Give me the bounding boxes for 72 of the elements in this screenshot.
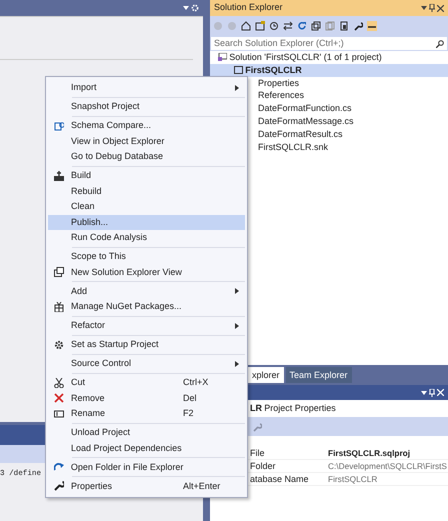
scissors-icon <box>54 378 64 388</box>
close-icon[interactable] <box>437 4 444 12</box>
search-icon[interactable] <box>436 40 444 48</box>
menu-item[interactable]: New Solution Explorer View <box>48 264 245 280</box>
menu-item[interactable]: Snapshot Project <box>48 99 245 114</box>
property-value: FirstSQLCLR.sqlproj <box>328 447 410 459</box>
object-name: LR <box>250 402 262 415</box>
menu-item[interactable]: Cut Ctrl+X <box>48 375 245 390</box>
menu-item[interactable]: Source Control <box>48 356 245 372</box>
submenu-arrow-icon <box>235 360 239 367</box>
menu-item[interactable]: Unload Project <box>48 425 245 440</box>
menu-item[interactable]: Schema Compare... <box>48 118 245 134</box>
compare-icon <box>54 120 64 131</box>
menu-item[interactable]: Load Project Dependencies <box>48 440 245 456</box>
menu-item[interactable]: Manage NuGet Packages... <box>48 299 245 314</box>
pin-icon[interactable] <box>428 4 435 12</box>
tree-item[interactable]: DateFormatFunction.cs <box>258 102 352 115</box>
tree-item[interactable]: DateFormatMessage.cs <box>258 114 354 128</box>
windows-icon <box>54 267 64 278</box>
menu-item[interactable]: Build <box>48 168 245 184</box>
menu-item[interactable]: View in Object Explorer <box>48 134 245 149</box>
menu-item[interactable]: Rename F2 <box>48 406 245 422</box>
dropdown-icon[interactable] <box>182 6 189 10</box>
delete-icon <box>54 393 64 404</box>
home-icon[interactable] <box>241 21 251 31</box>
panel-title: Solution Explorer <box>214 1 283 14</box>
menu-item[interactable]: Open Folder in File Explorer <box>48 460 245 475</box>
search-field[interactable]: Search Solution Explorer (Ctrl+;) <box>210 36 448 51</box>
menu-item[interactable]: Rebuild <box>48 184 245 199</box>
property-name: atabase Name <box>249 473 310 485</box>
tree-item[interactable]: FirstSQLCLR.snk <box>258 140 328 154</box>
rename-icon <box>54 408 64 419</box>
redo-icon <box>54 462 64 472</box>
tab[interactable]: xplorer <box>248 367 284 383</box>
submenu-arrow-icon <box>235 84 239 91</box>
package-icon <box>54 302 64 312</box>
menu-item[interactable]: Run Code Analysis <box>48 230 245 246</box>
wrench-icon[interactable] <box>353 21 363 31</box>
tree-item[interactable]: References <box>258 89 304 102</box>
tree-item[interactable]: Solution 'FirstSQLCLR' (1 of 1 project) <box>229 51 382 64</box>
object-type: Project Properties <box>264 402 336 415</box>
menu-item[interactable]: Add <box>48 284 245 299</box>
property-name: Folder <box>249 460 277 472</box>
submenu-arrow-icon <box>235 288 239 294</box>
menu-item[interactable]: Remove Del <box>48 390 245 406</box>
menu-item[interactable]: Properties Alt+Enter <box>48 478 245 494</box>
tab[interactable]: Team Explorer <box>286 367 352 383</box>
sync-icon[interactable] <box>283 21 293 31</box>
menu-item[interactable]: Refactor <box>48 318 245 334</box>
solution-icon <box>218 53 227 62</box>
collapse-icon[interactable] <box>311 21 321 31</box>
refresh-icon[interactable] <box>297 21 307 31</box>
dropdown-icon[interactable] <box>420 6 426 10</box>
menu-item[interactable]: Clean <box>48 199 245 214</box>
property-value: C:\Development\SQLCLR\FirstS <box>328 460 447 472</box>
submenu-arrow-icon <box>235 322 239 329</box>
menu-item[interactable]: Import <box>48 80 245 96</box>
tree-item[interactable]: DateFormatResult.cs <box>258 128 343 141</box>
settings-icon[interactable] <box>191 4 199 12</box>
tree-item[interactable]: Properties <box>258 76 300 90</box>
project-icon <box>234 66 243 74</box>
menu-item[interactable]: Publish... <box>48 214 245 230</box>
menu-item[interactable]: Scope to This <box>48 249 245 264</box>
menu-item[interactable]: Set as Startup Project <box>48 337 245 352</box>
property-value: FirstSQLCLR <box>328 473 378 485</box>
menu-item[interactable]: Go to Debug Database <box>48 149 245 164</box>
gear-icon <box>54 340 64 350</box>
property-name: File <box>249 447 266 459</box>
history-icon[interactable] <box>269 21 279 31</box>
build-icon <box>54 170 64 181</box>
dropdown-icon[interactable] <box>420 390 426 394</box>
wrench-icon <box>54 481 64 492</box>
